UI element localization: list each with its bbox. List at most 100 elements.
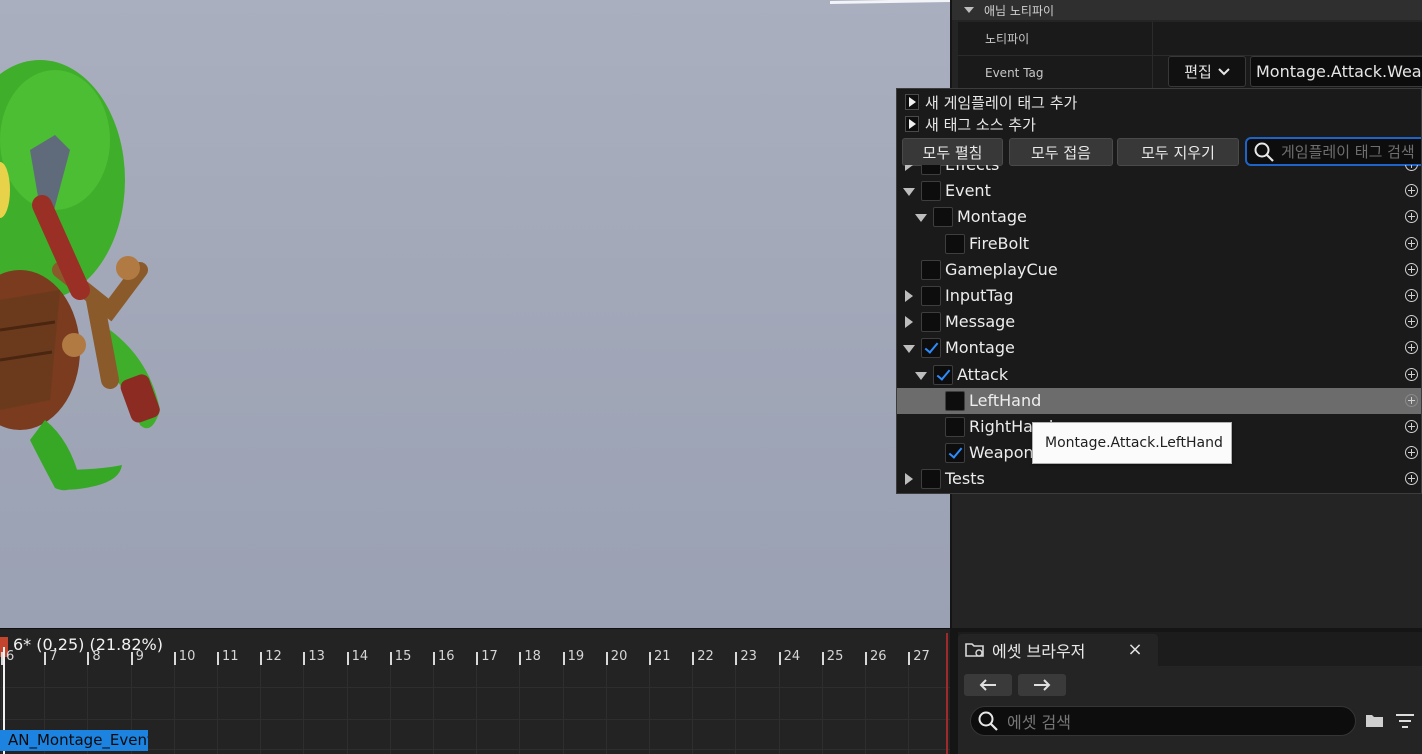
asset-search-input[interactable]: 에셋 검색 (970, 706, 1356, 736)
tag-checkbox[interactable] (945, 417, 965, 437)
tag-tree-row[interactable]: FireBolt (897, 231, 1421, 257)
tag-tree-row[interactable]: GameplayCue (897, 257, 1421, 283)
ruler-tick (44, 652, 47, 665)
grid-line (260, 665, 262, 754)
add-circle-icon[interactable] (1405, 315, 1418, 329)
ruler-label: 25 (826, 649, 844, 664)
category-title: 애님 노티파이 (984, 3, 1055, 18)
grid-line (476, 665, 478, 754)
property-name: 노티파이 (985, 32, 1030, 46)
clear-all-button[interactable]: 모두 지우기 (1117, 138, 1239, 166)
add-circle-icon[interactable] (1405, 236, 1418, 250)
ruler-tick (130, 652, 133, 665)
ruler-label: 6 (6, 649, 15, 664)
add-circle-icon[interactable] (1405, 472, 1418, 486)
tag-checkbox[interactable] (921, 338, 941, 359)
back-button[interactable] (964, 674, 1012, 696)
chevron-down-icon[interactable] (915, 214, 927, 223)
montage-timeline[interactable]: 6* (0.25) (21.82%) 6 7 8 9 10 11 12 13 14 15 16 17 1… (0, 628, 950, 754)
grid-line (389, 665, 391, 754)
tag-tree-row[interactable]: LeftHand (897, 387, 1421, 414)
category-header-anim-notify[interactable]: 애님 노티파이 (952, 0, 1422, 20)
tag-checkbox[interactable] (921, 469, 941, 490)
ruler-tick (303, 652, 306, 665)
tag-search-input[interactable]: 게임플레이 태그 검색 (1245, 137, 1421, 166)
ruler-label: 16 (438, 649, 455, 664)
tag-checkbox[interactable] (945, 233, 965, 254)
anim-notify-track-item[interactable]: AN_Montage_Event (0, 730, 148, 751)
add-circle-icon[interactable] (1405, 184, 1418, 198)
level-viewport[interactable] (0, 0, 950, 628)
add-circle-icon[interactable] (1405, 420, 1418, 433)
add-circle-icon[interactable] (1405, 165, 1418, 171)
ruler-label: 21 (654, 649, 671, 664)
chevron-right-icon[interactable] (905, 290, 913, 302)
chevron-right-icon[interactable] (905, 473, 913, 486)
ruler-tick (87, 652, 90, 665)
tag-checkbox[interactable] (921, 286, 941, 306)
ruler-tick (649, 652, 651, 665)
tag-checkbox[interactable] (945, 390, 965, 411)
chevron-down-icon[interactable] (903, 345, 915, 354)
tag-tree-row[interactable]: Montage (897, 335, 1421, 361)
tag-checkbox[interactable] (921, 165, 941, 175)
chevron-down-icon[interactable] (903, 188, 915, 197)
tag-label: LeftHand (969, 390, 1042, 410)
play-icon (905, 94, 919, 110)
add-new-gameplay-tag-row[interactable]: 새 게임플레이 태그 추가 (897, 91, 1421, 113)
expand-all-button[interactable]: 모두 펼침 (902, 138, 1003, 166)
add-circle-icon[interactable] (1405, 367, 1418, 381)
filter-icon[interactable] (1394, 712, 1416, 730)
search-icon (978, 711, 998, 731)
add-circle-icon[interactable] (1405, 262, 1418, 276)
column-divider[interactable] (1152, 22, 1153, 56)
tag-tree-row[interactable]: Montage (897, 204, 1421, 230)
tag-tree-row[interactable]: Effects (897, 165, 1421, 178)
forward-button[interactable] (1018, 674, 1066, 696)
ruler-label: 26 (870, 649, 887, 664)
close-icon[interactable]: × (1126, 634, 1144, 666)
chevron-right-icon[interactable] (905, 316, 913, 329)
tag-tree-row[interactable]: Message (897, 309, 1421, 335)
ruler-tick (260, 652, 263, 665)
tag-tree-row[interactable]: Tests (897, 466, 1421, 492)
event-tag-value-field[interactable]: Montage.Attack.Wea (1250, 56, 1422, 87)
chevron-down-icon[interactable] (915, 371, 927, 380)
ruler-tick (476, 652, 479, 665)
tag-checkbox[interactable] (921, 181, 941, 202)
ruler-label: 10 (178, 649, 196, 664)
collapse-all-button[interactable]: 모두 접음 (1009, 138, 1113, 166)
add-circle-icon[interactable] (1405, 393, 1418, 407)
content-browser-title: 에셋 브라우저 (992, 642, 1086, 661)
arrow-left-icon (979, 679, 996, 691)
edit-tag-dropdown-button[interactable]: 편집 (1168, 56, 1246, 87)
tag-tree-row[interactable]: Event (897, 178, 1421, 204)
grid-line (649, 665, 650, 754)
end-marker[interactable] (946, 633, 948, 754)
tag-checkbox[interactable] (921, 259, 941, 280)
tag-checkbox[interactable] (945, 443, 965, 464)
asset-search-placeholder: 에셋 검색 (1007, 713, 1071, 732)
add-tag-source-row[interactable]: 새 태그 소스 추가 (897, 113, 1421, 135)
grid-line (519, 665, 521, 754)
tag-checkbox[interactable] (933, 364, 953, 385)
add-circle-icon[interactable] (1405, 341, 1418, 355)
add-circle-icon[interactable] (1405, 289, 1418, 302)
grid-line (433, 665, 434, 754)
tag-tree-row[interactable]: Attack (897, 362, 1421, 388)
ruler-tick (217, 652, 219, 665)
chevron-right-icon[interactable] (905, 165, 913, 171)
ruler-tick (433, 652, 435, 665)
ruler-tick (346, 652, 349, 665)
tag-checkbox[interactable] (921, 312, 941, 333)
tag-tree-row[interactable]: InputTag (897, 283, 1421, 309)
add-circle-icon[interactable] (1405, 446, 1418, 460)
ruler-tick (735, 652, 738, 665)
ruler-label: 23 (740, 649, 757, 664)
add-circle-icon[interactable] (1405, 210, 1418, 224)
frame-ruler[interactable]: 6 7 8 9 10 11 12 13 14 15 16 17 18 19 20 21 22 23 24 25 26 27 (0, 649, 950, 665)
ruler-tick (865, 652, 867, 665)
column-divider[interactable] (1152, 56, 1153, 90)
folder-icon[interactable] (1364, 712, 1386, 730)
tag-checkbox[interactable] (933, 207, 953, 228)
